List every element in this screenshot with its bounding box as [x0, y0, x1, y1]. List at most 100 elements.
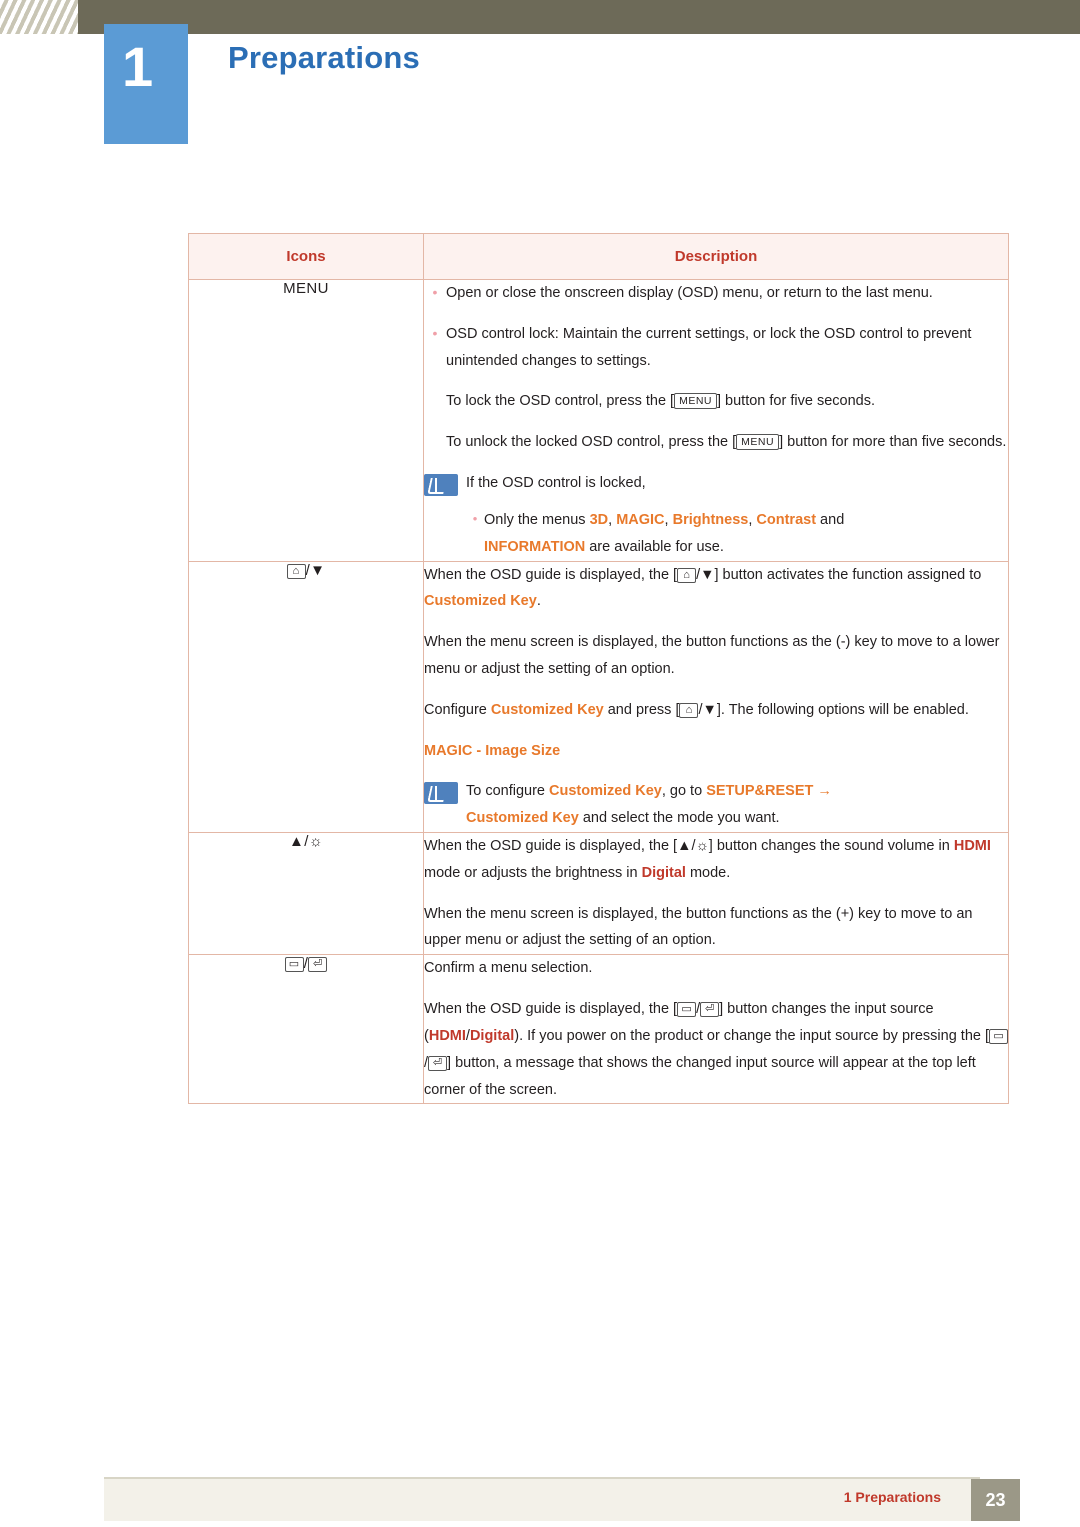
note-c: and select the mode you want.	[578, 810, 780, 827]
p3-c: ]. The following options will be enabled…	[716, 701, 969, 718]
brightness-sun-icon: ☼	[308, 833, 323, 850]
footer-right-spacer	[1020, 1479, 1080, 1521]
note-block: If the OSD control is locked, • Only the…	[424, 470, 1008, 560]
down-arrow-key-cell: ⌂/▼	[188, 560, 424, 833]
p1-b: ] button changes the sound volume in	[708, 838, 954, 854]
note-block: To configure Customized Key, go to SETUP…	[424, 778, 1008, 832]
enter-icon: ⏎	[700, 1002, 720, 1018]
up-arrow-icon: ▲	[677, 838, 692, 854]
sep: ,	[664, 511, 673, 528]
up-key-para-2: When the menu screen is displayed, the b…	[424, 905, 973, 949]
p3-b: and press [	[603, 701, 680, 718]
down-key-para-2: When the menu screen is displayed, the b…	[424, 634, 1000, 677]
hdmi-label: HDMI	[953, 838, 991, 854]
note-available-menus: Only the menus 3D, MAGIC, Brightness, Co…	[484, 507, 844, 561]
down-key-description-cell: When the OSD guide is displayed, the [⌂ /…	[423, 560, 1009, 833]
enter-source-key-cell: ▭ / ⏎	[188, 954, 424, 1105]
note-and: and	[816, 511, 845, 528]
menu-brightness-label: Brightness	[672, 511, 749, 528]
menu-keycap-icon: MENU	[674, 393, 717, 410]
note-text-a: Only the menus	[484, 511, 590, 528]
menu-information-label: INFORMATION	[484, 538, 586, 555]
down-key-options: MAGIC - Image Size	[424, 738, 1008, 765]
enter-key-para-2: When the OSD guide is displayed, the [▭ /…	[424, 996, 1009, 1103]
note-customized-key: To configure Customized Key, go to SETUP…	[466, 778, 1008, 832]
digital-label: Digital	[641, 864, 686, 881]
customized-key-icon: ⌂	[677, 567, 697, 583]
p2-c: ). If you power on the product or change…	[514, 1027, 990, 1044]
chapter-number-badge: 1	[104, 24, 188, 144]
note-a: To configure	[466, 783, 550, 800]
p2-a: When the OSD guide is displayed, the [	[424, 1001, 678, 1018]
menu-bullet-1: Open or close the onscreen display (OSD)…	[446, 285, 933, 301]
p3-a: Configure	[424, 701, 491, 718]
footer-page-number: 23	[971, 1479, 1020, 1521]
customized-key-icon: ⌂	[679, 702, 699, 718]
table-header-row: Icons Description	[188, 233, 1009, 280]
digital-label: Digital	[469, 1027, 515, 1044]
hdmi-label: HDMI	[428, 1027, 466, 1044]
table-row: ▭ / ⏎ Confirm a menu selection. When the O…	[188, 954, 1009, 1105]
lock-text-b: ] button for five seconds.	[717, 393, 875, 410]
header-hatch-decoration	[0, 0, 78, 34]
note-heading: If the OSD control is locked,	[466, 475, 646, 492]
brightness-sun-icon: ☼	[695, 838, 709, 854]
footer-chapter-label: 1 Preparations	[843, 1489, 941, 1505]
menu-unlock-instruction: To unlock the locked OSD control, press …	[424, 429, 1008, 456]
p1-c: .	[536, 593, 541, 610]
source-icon: ▭	[284, 957, 304, 973]
up-key-para-1: When the OSD guide is displayed, the [▲/…	[424, 838, 991, 881]
setup-reset-label: SETUP&RESET	[706, 783, 814, 800]
sep: ,	[608, 511, 617, 528]
lock-text-a: To lock the OSD control, press the [	[446, 393, 675, 410]
unlock-text-a: To unlock the locked OSD control, press …	[446, 434, 737, 451]
p2-d: ] button, a message that shows the chang…	[424, 1054, 976, 1098]
source-icon: ▭	[989, 1028, 1009, 1044]
down-arrow-icon: ▼	[310, 561, 326, 579]
enter-icon: ⏎	[428, 1055, 448, 1071]
bullet-icon: •	[472, 510, 478, 526]
column-header-description: Description	[423, 233, 1009, 280]
column-header-icons: Icons	[188, 233, 424, 280]
image-size-label: - Image Size	[472, 742, 561, 759]
up-arrow-key-cell: ▲/☼	[188, 831, 424, 956]
bullet-icon: •	[432, 324, 438, 341]
customized-key-label: Customized Key	[466, 810, 579, 827]
customized-key-label: Customized Key	[549, 783, 662, 800]
menu-description-cell: • Open or close the onscreen display (OS…	[423, 279, 1009, 562]
enter-key-description-cell: Confirm a menu selection. When the OSD g…	[423, 954, 1009, 1105]
menu-bullet-2: OSD control lock: Maintain the current s…	[446, 325, 972, 369]
menu-magic-label: MAGIC	[616, 511, 665, 528]
p1-c: mode or adjusts the brightness in	[424, 864, 642, 881]
bullet-icon: •	[432, 284, 438, 300]
magic-label: MAGIC	[424, 742, 473, 759]
unlock-text-b: ] button for more than five seconds.	[779, 434, 1007, 451]
customized-key-label: Customized Key	[424, 593, 537, 610]
p1-a: When the OSD guide is displayed, the [	[424, 838, 678, 854]
p1-d: mode.	[685, 864, 731, 881]
up-arrow-icon: ▲	[289, 833, 305, 850]
menu-3d-label: 3D	[589, 511, 609, 528]
customized-key-icon: ⌂	[286, 563, 306, 579]
menu-button-label: MENU	[188, 279, 424, 562]
enter-icon: ⏎	[308, 957, 328, 973]
note-b: , go to	[661, 783, 707, 800]
up-key-description-cell: When the OSD guide is displayed, the [▲/…	[423, 831, 1009, 956]
source-icon: ▭	[677, 1002, 697, 1018]
table-row: MENU • Open or close the onscreen displa…	[188, 279, 1009, 562]
page-title: Preparations	[228, 40, 420, 75]
arrow-icon: →	[817, 783, 832, 800]
menu-keycap-icon: MENU	[736, 434, 780, 451]
menu-lock-instruction: To lock the OSD control, press the [MENU…	[424, 388, 1008, 415]
customized-key-label: Customized Key	[490, 701, 604, 718]
enter-key-para-1: Confirm a menu selection.	[424, 960, 593, 977]
icons-description-table: Icons Description MENU • Open or close t…	[188, 233, 1009, 1105]
down-arrow-icon: ▼	[700, 566, 715, 583]
menu-contrast-label: Contrast	[756, 511, 817, 528]
note-book-icon	[424, 782, 458, 805]
down-key-para-3: Configure Customized Key and press [⌂/▼]…	[424, 701, 969, 718]
down-key-para-1: When the OSD guide is displayed, the [⌂ /…	[424, 566, 982, 610]
down-arrow-icon: ▼	[702, 701, 717, 718]
table-row: ▲/☼ When the OSD guide is displayed, the…	[188, 831, 1009, 956]
note-book-icon	[424, 474, 458, 497]
